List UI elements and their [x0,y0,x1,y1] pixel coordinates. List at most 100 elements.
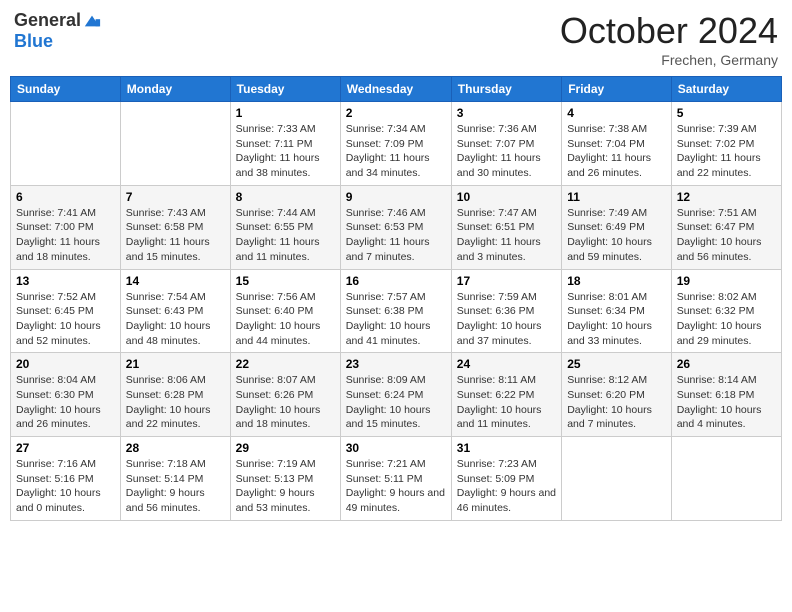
logo: General Blue [14,10,101,52]
calendar-cell: 11 Sunrise: 7:49 AM Sunset: 6:49 PM Dayli… [562,185,672,269]
day-info: Sunrise: 7:54 AM Sunset: 6:43 PM Dayligh… [126,290,225,349]
day-number: 12 [677,190,776,204]
calendar-cell: 17 Sunrise: 7:59 AM Sunset: 6:36 PM Dayli… [451,269,561,353]
weekday-header-wednesday: Wednesday [340,77,451,102]
calendar-cell: 13 Sunrise: 7:52 AM Sunset: 6:45 PM Dayli… [11,269,121,353]
calendar-week-row: 1 Sunrise: 7:33 AM Sunset: 7:11 PM Daylig… [11,102,782,186]
calendar-cell: 22Sunrise: 8:07 AM Sunset: 6:26 PM Dayli… [230,353,340,437]
calendar-cell [11,102,121,186]
calendar-cell: 26 Sunrise: 8:14 AM Sunset: 6:18 PM Dayli… [671,353,781,437]
day-number: 23 [346,357,446,371]
day-info: Sunrise: 7:41 AM Sunset: 7:00 PM Dayligh… [16,206,115,265]
calendar-cell: 31Sunrise: 7:23 AM Sunset: 5:09 PM Dayli… [451,437,561,521]
calendar-cell: 19 Sunrise: 8:02 AM Sunset: 6:32 PM Dayli… [671,269,781,353]
title-block: October 2024 Frechen, Germany [560,10,778,68]
day-number: 14 [126,274,225,288]
day-info: Sunrise: 7:57 AM Sunset: 6:38 PM Dayligh… [346,290,446,349]
weekday-header-friday: Friday [562,77,672,102]
day-number: 3 [457,106,556,120]
day-number: 30 [346,441,446,455]
day-number: 11 [567,190,666,204]
weekday-header-tuesday: Tuesday [230,77,340,102]
day-number: 26 [677,357,776,371]
logo-blue-text: Blue [14,31,53,52]
calendar-cell: 14 Sunrise: 7:54 AM Sunset: 6:43 PM Dayli… [120,269,230,353]
day-info: Sunrise: 8:02 AM Sunset: 6:32 PM Dayligh… [677,290,776,349]
day-number: 7 [126,190,225,204]
calendar-cell: 27 Sunrise: 7:16 AM Sunset: 5:16 PM Dayli… [11,437,121,521]
day-info: Sunrise: 7:51 AM Sunset: 6:47 PM Dayligh… [677,206,776,265]
day-info: Sunrise: 7:16 AM Sunset: 5:16 PM Dayligh… [16,457,115,516]
day-number: 19 [677,274,776,288]
day-info: Sunrise: 7:59 AM Sunset: 6:36 PM Dayligh… [457,290,556,349]
day-info: Sunrise: 8:14 AM Sunset: 6:18 PM Dayligh… [677,373,776,432]
day-info: Sunrise: 7:23 AM Sunset: 5:09 PM Dayligh… [457,457,556,516]
day-info: Sunrise: 7:56 AM Sunset: 6:40 PM Dayligh… [236,290,335,349]
day-info: Sunrise: 7:44 AM Sunset: 6:55 PM Dayligh… [236,206,335,265]
day-info: Sunrise: 7:43 AM Sunset: 6:58 PM Dayligh… [126,206,225,265]
calendar-cell: 21Sunrise: 8:06 AM Sunset: 6:28 PM Dayli… [120,353,230,437]
calendar-cell: 30Sunrise: 7:21 AM Sunset: 5:11 PM Dayli… [340,437,451,521]
day-info: Sunrise: 7:49 AM Sunset: 6:49 PM Dayligh… [567,206,666,265]
day-info: Sunrise: 7:39 AM Sunset: 7:02 PM Dayligh… [677,122,776,181]
calendar-cell: 6 Sunrise: 7:41 AM Sunset: 7:00 PM Daylig… [11,185,121,269]
calendar-week-row: 27 Sunrise: 7:16 AM Sunset: 5:16 PM Dayli… [11,437,782,521]
day-number: 10 [457,190,556,204]
day-number: 4 [567,106,666,120]
calendar-table: SundayMondayTuesdayWednesdayThursdayFrid… [10,76,782,521]
day-number: 15 [236,274,335,288]
day-info: Sunrise: 8:06 AM Sunset: 6:28 PM Dayligh… [126,373,225,432]
calendar-cell: 28Sunrise: 7:18 AM Sunset: 5:14 PM Dayli… [120,437,230,521]
calendar-cell [562,437,672,521]
calendar-cell: 1 Sunrise: 7:33 AM Sunset: 7:11 PM Daylig… [230,102,340,186]
weekday-header-saturday: Saturday [671,77,781,102]
calendar-cell: 23 Sunrise: 8:09 AM Sunset: 6:24 PM Dayli… [340,353,451,437]
day-number: 1 [236,106,335,120]
day-info: Sunrise: 7:38 AM Sunset: 7:04 PM Dayligh… [567,122,666,181]
day-info: Sunrise: 7:52 AM Sunset: 6:45 PM Dayligh… [16,290,115,349]
calendar-cell: 29Sunrise: 7:19 AM Sunset: 5:13 PM Dayli… [230,437,340,521]
month-title: October 2024 [560,10,778,52]
day-number: 25 [567,357,666,371]
calendar-cell: 24Sunrise: 8:11 AM Sunset: 6:22 PM Dayli… [451,353,561,437]
calendar-cell: 3 Sunrise: 7:36 AM Sunset: 7:07 PM Daylig… [451,102,561,186]
day-number: 27 [16,441,115,455]
day-number: 20 [16,357,115,371]
calendar-cell: 25Sunrise: 8:12 AM Sunset: 6:20 PM Dayli… [562,353,672,437]
day-number: 16 [346,274,446,288]
day-info: Sunrise: 7:46 AM Sunset: 6:53 PM Dayligh… [346,206,446,265]
calendar-cell: 15 Sunrise: 7:56 AM Sunset: 6:40 PM Dayli… [230,269,340,353]
day-info: Sunrise: 8:04 AM Sunset: 6:30 PM Dayligh… [16,373,115,432]
day-info: Sunrise: 7:47 AM Sunset: 6:51 PM Dayligh… [457,206,556,265]
day-number: 13 [16,274,115,288]
calendar-cell: 16 Sunrise: 7:57 AM Sunset: 6:38 PM Dayli… [340,269,451,353]
calendar-cell: 8 Sunrise: 7:44 AM Sunset: 6:55 PM Daylig… [230,185,340,269]
day-number: 24 [457,357,556,371]
calendar-cell: 18Sunrise: 8:01 AM Sunset: 6:34 PM Dayli… [562,269,672,353]
day-number: 6 [16,190,115,204]
day-info: Sunrise: 7:36 AM Sunset: 7:07 PM Dayligh… [457,122,556,181]
day-number: 18 [567,274,666,288]
calendar-cell: 9 Sunrise: 7:46 AM Sunset: 6:53 PM Daylig… [340,185,451,269]
calendar-cell: 5Sunrise: 7:39 AM Sunset: 7:02 PM Daylig… [671,102,781,186]
day-info: Sunrise: 7:33 AM Sunset: 7:11 PM Dayligh… [236,122,335,181]
calendar-cell: 2 Sunrise: 7:34 AM Sunset: 7:09 PM Daylig… [340,102,451,186]
day-number: 2 [346,106,446,120]
calendar-cell: 4 Sunrise: 7:38 AM Sunset: 7:04 PM Daylig… [562,102,672,186]
calendar-cell: 7 Sunrise: 7:43 AM Sunset: 6:58 PM Daylig… [120,185,230,269]
weekday-header-thursday: Thursday [451,77,561,102]
day-info: Sunrise: 7:19 AM Sunset: 5:13 PM Dayligh… [236,457,335,516]
day-info: Sunrise: 7:18 AM Sunset: 5:14 PM Dayligh… [126,457,225,516]
day-number: 22 [236,357,335,371]
day-number: 17 [457,274,556,288]
calendar-cell [120,102,230,186]
day-info: Sunrise: 7:34 AM Sunset: 7:09 PM Dayligh… [346,122,446,181]
weekday-header-sunday: Sunday [11,77,121,102]
weekday-header-monday: Monday [120,77,230,102]
calendar-cell: 20 Sunrise: 8:04 AM Sunset: 6:30 PM Dayli… [11,353,121,437]
calendar-cell: 12 Sunrise: 7:51 AM Sunset: 6:47 PM Dayli… [671,185,781,269]
day-info: Sunrise: 8:09 AM Sunset: 6:24 PM Dayligh… [346,373,446,432]
day-number: 9 [346,190,446,204]
day-number: 8 [236,190,335,204]
logo-icon [83,12,101,30]
